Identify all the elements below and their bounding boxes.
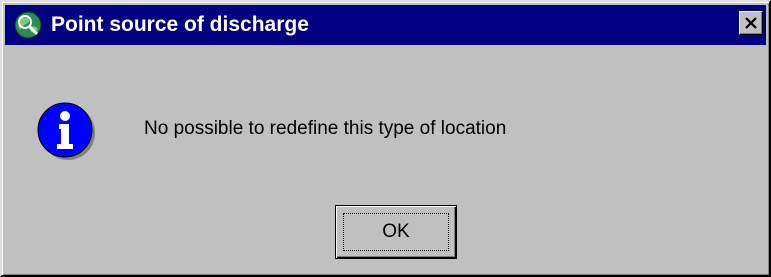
- message-dialog-window: Point source of discharge No possible to…: [0, 0, 771, 277]
- close-icon: [745, 17, 757, 29]
- ok-button[interactable]: OK: [335, 205, 457, 259]
- window-title: Point source of discharge: [51, 13, 309, 36]
- close-button[interactable]: [739, 11, 763, 35]
- ok-button-label: OK: [382, 221, 410, 242]
- title-bar[interactable]: Point source of discharge: [5, 5, 766, 45]
- dialog-message: No possible to redefine this type of loc…: [144, 118, 507, 139]
- globe-magnifier-icon: [14, 11, 42, 39]
- info-icon: [37, 102, 95, 160]
